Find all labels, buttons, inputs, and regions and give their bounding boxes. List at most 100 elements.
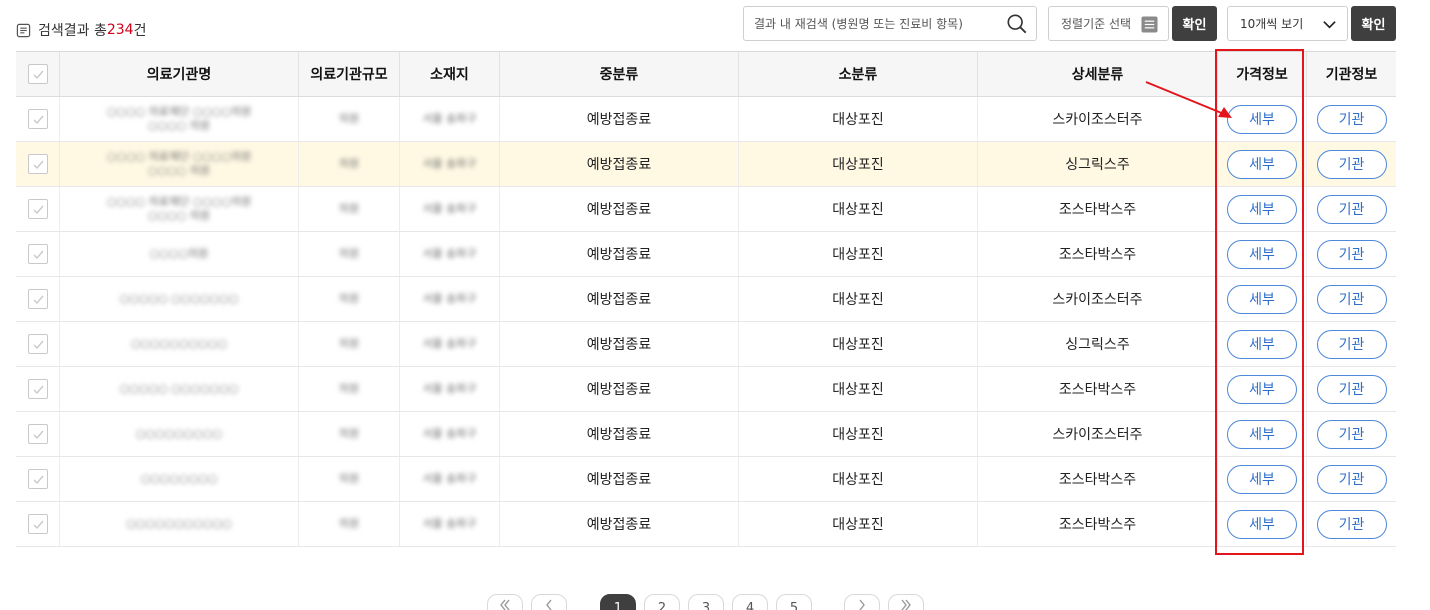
row-checkbox[interactable] bbox=[27, 109, 48, 129]
page-button-4[interactable]: 4 bbox=[732, 594, 768, 610]
cell-sub-category: 대상포진 bbox=[739, 502, 978, 546]
cell-mid-category: 예방접종료 bbox=[500, 457, 739, 501]
price-detail-button[interactable]: 세부 bbox=[1227, 194, 1297, 224]
row-checkbox-cell bbox=[16, 187, 60, 231]
page-button-2[interactable]: 2 bbox=[644, 594, 680, 610]
price-detail-button[interactable]: 세부 bbox=[1227, 374, 1297, 404]
cell-price-info: 세부 bbox=[1218, 142, 1307, 186]
sort-label: 정렬기준 선택 bbox=[1061, 17, 1132, 31]
institution-location: 서울 송파구 bbox=[422, 472, 477, 485]
row-checkbox[interactable] bbox=[27, 424, 48, 444]
table-row: ○○○○○○○○ 의원 서울 송파구 예방접종료 대상포진 조스타박스주 세부 기관 bbox=[16, 457, 1396, 502]
cell-org-info: 기관 bbox=[1307, 412, 1396, 456]
table-header: 의료기관명 의료기관규모 소재지 중분류 소분류 상세분류 가격정보 기관정보 bbox=[16, 52, 1396, 97]
cell-sub-category: 대상포진 bbox=[739, 412, 978, 456]
per-page-select[interactable]: 10개씩 보기 bbox=[1227, 6, 1348, 41]
row-checkbox-cell bbox=[16, 367, 60, 411]
cell-location: 서울 송파구 bbox=[400, 187, 500, 231]
row-checkbox[interactable] bbox=[27, 244, 48, 264]
prev-page-button[interactable] bbox=[531, 594, 567, 610]
cell-name: ○○○○ 의료재단 ○○○○의원 ○○○○ 의원 bbox=[60, 142, 299, 186]
cell-price-info: 세부 bbox=[1218, 277, 1307, 321]
institution-size: 의원 bbox=[338, 292, 360, 305]
institution-name: ○○○○ 의료재단 ○○○○의원 ○○○○ 의원 bbox=[106, 195, 252, 222]
institution-info-button[interactable]: 기관 bbox=[1316, 419, 1387, 449]
price-detail-button[interactable]: 세부 bbox=[1227, 464, 1297, 494]
row-checkbox[interactable] bbox=[27, 379, 48, 399]
cell-location: 서울 송파구 bbox=[400, 322, 500, 366]
sort-select[interactable]: 정렬기준 선택 bbox=[1048, 6, 1169, 41]
institution-size: 의원 bbox=[338, 382, 360, 395]
institution-info-button[interactable]: 기관 bbox=[1316, 464, 1387, 494]
cell-size: 의원 bbox=[299, 457, 400, 501]
chevron-left-icon bbox=[546, 599, 552, 610]
first-page-button[interactable] bbox=[487, 594, 523, 610]
table-row: ○○○○○ ○○○○○○○ 의원 서울 송파구 예방접종료 대상포진 스카이조스터주 세부 기… bbox=[16, 277, 1396, 322]
institution-name: ○○○○ 의료재단 ○○○○의원 ○○○○ 의원 bbox=[106, 105, 252, 132]
cell-name: ○○○○○○○○○○○ bbox=[60, 502, 299, 546]
institution-name: ○○○○○ ○○○○○○○ bbox=[119, 382, 239, 395]
institution-info-button[interactable]: 기관 bbox=[1316, 149, 1387, 179]
cell-location: 서울 송파구 bbox=[400, 232, 500, 276]
page-button-5[interactable]: 5 bbox=[776, 594, 812, 610]
row-checkbox[interactable] bbox=[27, 289, 48, 309]
row-checkbox[interactable] bbox=[27, 154, 48, 174]
price-detail-button[interactable]: 세부 bbox=[1227, 104, 1297, 134]
institution-size: 의원 bbox=[338, 247, 360, 260]
page-button-3[interactable]: 3 bbox=[688, 594, 724, 610]
row-checkbox[interactable] bbox=[27, 514, 48, 534]
cell-detail-category: 조스타박스주 bbox=[978, 187, 1218, 231]
cell-mid-category: 예방접종료 bbox=[500, 412, 739, 456]
price-detail-button[interactable]: 세부 bbox=[1227, 329, 1297, 359]
cell-mid-category: 예방접종료 bbox=[500, 367, 739, 411]
cell-location: 서울 송파구 bbox=[400, 142, 500, 186]
search-icon[interactable] bbox=[1006, 13, 1028, 35]
cell-price-info: 세부 bbox=[1218, 502, 1307, 546]
institution-info-button[interactable]: 기관 bbox=[1316, 329, 1387, 359]
price-detail-button[interactable]: 세부 bbox=[1227, 149, 1297, 179]
cell-size: 의원 bbox=[299, 502, 400, 546]
institution-info-button[interactable]: 기관 bbox=[1316, 509, 1387, 539]
page-button-1[interactable]: 1 bbox=[600, 594, 636, 610]
cell-mid-category: 예방접종료 bbox=[500, 142, 739, 186]
row-checkbox[interactable] bbox=[27, 199, 48, 219]
check-icon bbox=[33, 70, 44, 80]
institution-location: 서울 송파구 bbox=[422, 427, 477, 440]
cell-detail-category: 싱그릭스주 bbox=[978, 322, 1218, 366]
cell-sub-category: 대상포진 bbox=[739, 97, 978, 141]
double-chevron-right-icon bbox=[901, 599, 911, 610]
header-checkbox-cell bbox=[16, 52, 60, 96]
row-checkbox[interactable] bbox=[27, 469, 48, 489]
institution-info-button[interactable]: 기관 bbox=[1316, 239, 1387, 269]
header-mid-category: 중분류 bbox=[500, 52, 739, 96]
price-detail-button[interactable]: 세부 bbox=[1227, 239, 1297, 269]
institution-info-button[interactable]: 기관 bbox=[1316, 194, 1387, 224]
row-checkbox[interactable] bbox=[27, 334, 48, 354]
institution-info-button[interactable]: 기관 bbox=[1316, 284, 1387, 314]
institution-size: 의원 bbox=[338, 157, 360, 170]
cell-org-info: 기관 bbox=[1307, 322, 1396, 366]
institution-size: 의원 bbox=[338, 427, 360, 440]
cell-org-info: 기관 bbox=[1307, 232, 1396, 276]
search-result-summary: 검색결과 총 234 건 bbox=[16, 19, 146, 41]
per-page-confirm-button[interactable]: 확인 bbox=[1351, 6, 1396, 41]
price-detail-button[interactable]: 세부 bbox=[1227, 509, 1297, 539]
cell-location: 서울 송파구 bbox=[400, 457, 500, 501]
cell-org-info: 기관 bbox=[1307, 457, 1396, 501]
institution-info-button[interactable]: 기관 bbox=[1316, 374, 1387, 404]
result-count: 234 bbox=[106, 22, 134, 38]
next-page-button[interactable] bbox=[844, 594, 880, 610]
search-input[interactable] bbox=[754, 7, 994, 40]
last-page-button[interactable] bbox=[888, 594, 924, 610]
check-icon bbox=[33, 520, 44, 530]
cell-location: 서울 송파구 bbox=[400, 277, 500, 321]
cell-size: 의원 bbox=[299, 322, 400, 366]
sort-confirm-button[interactable]: 확인 bbox=[1172, 6, 1217, 41]
price-detail-button[interactable]: 세부 bbox=[1227, 419, 1297, 449]
cell-org-info: 기관 bbox=[1307, 142, 1396, 186]
price-detail-button[interactable]: 세부 bbox=[1227, 284, 1297, 314]
institution-info-button[interactable]: 기관 bbox=[1316, 104, 1387, 134]
select-all-checkbox[interactable] bbox=[27, 64, 48, 84]
table-row: ○○○○○○○○○○○ 의원 서울 송파구 예방접종료 대상포진 조스타박스주 세부 기관 bbox=[16, 502, 1396, 547]
institution-name: ○○○○○○○○○ bbox=[135, 427, 223, 440]
